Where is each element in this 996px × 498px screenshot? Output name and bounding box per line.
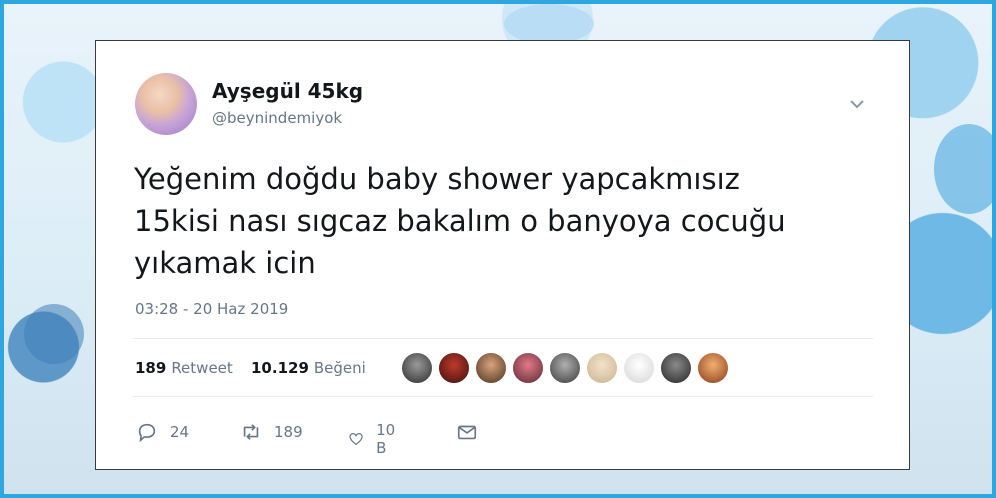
reply-icon bbox=[138, 423, 156, 443]
display-name[interactable]: Ayşegül 45kg bbox=[212, 79, 363, 103]
liker-avatar[interactable] bbox=[623, 352, 655, 384]
liker-avatar[interactable] bbox=[512, 352, 544, 384]
reply-count: 24 bbox=[170, 423, 190, 441]
retweet-stat-count: 189 bbox=[135, 359, 167, 377]
direct-message-button[interactable] bbox=[456, 421, 490, 443]
background-frame: Ayşegül 45kg @beynindemiyok Yeğenim doğd… bbox=[0, 0, 996, 498]
liker-avatar[interactable] bbox=[549, 352, 581, 384]
avatar[interactable] bbox=[135, 73, 197, 135]
reply-button[interactable]: 24 bbox=[136, 421, 189, 443]
liker-avatar[interactable] bbox=[438, 352, 470, 384]
tweet-text-line: 15kisi nası sıgcaz bakalım o banyoya coc… bbox=[134, 204, 786, 238]
tweet-text-line: yıkamak icin bbox=[134, 246, 316, 280]
like-count: 10 B bbox=[376, 421, 396, 457]
liker-avatar[interactable] bbox=[586, 352, 618, 384]
liker-avatar[interactable] bbox=[475, 352, 507, 384]
divider bbox=[132, 338, 873, 339]
heart-icon bbox=[349, 433, 363, 446]
liker-avatar[interactable] bbox=[401, 352, 433, 384]
retweet-stat-label: Retweet bbox=[171, 359, 233, 377]
liker-avatar[interactable] bbox=[697, 352, 729, 384]
like-stat-count: 10.129 bbox=[251, 359, 309, 377]
tweet-text: Yeğenim doğdu baby shower yapcakmısız 15… bbox=[134, 158, 854, 284]
chevron-down-icon[interactable] bbox=[848, 95, 866, 113]
like-stat-label: Beğeni bbox=[313, 359, 366, 377]
decoration-balloon bbox=[24, 304, 84, 364]
decoration-balloon bbox=[934, 124, 992, 214]
mail-icon bbox=[457, 425, 477, 440]
timestamp[interactable]: 03:28 - 20 Haz 2019 bbox=[135, 300, 288, 318]
retweet-stat[interactable]: 189 Retweet bbox=[135, 359, 233, 377]
decoration-balloon bbox=[504, 4, 594, 44]
liker-avatar[interactable] bbox=[660, 352, 692, 384]
user-handle[interactable]: @beynindemiyok bbox=[212, 109, 342, 127]
divider bbox=[132, 396, 873, 397]
retweet-count: 189 bbox=[274, 423, 303, 441]
like-stat[interactable]: 10.129 Beğeni bbox=[251, 359, 366, 377]
tweet-card: Ayşegül 45kg @beynindemiyok Yeğenim doğd… bbox=[95, 40, 910, 470]
retweet-icon bbox=[243, 424, 259, 440]
tweet-text-line: Yeğenim doğdu baby shower yapcakmısız bbox=[134, 162, 740, 196]
like-button[interactable]: 10 B bbox=[348, 421, 401, 457]
retweet-button[interactable]: 189 bbox=[240, 421, 303, 443]
